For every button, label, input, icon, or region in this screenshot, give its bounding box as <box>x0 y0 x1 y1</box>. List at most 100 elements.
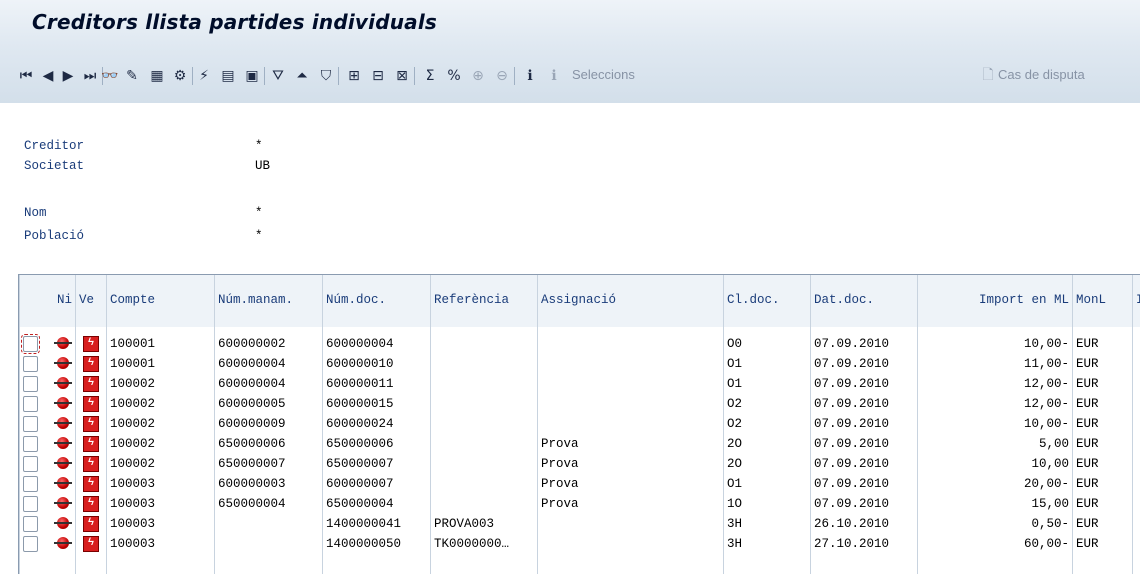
due-status-icon: ϟ <box>83 436 99 452</box>
cell-currency: EUR <box>1072 335 1132 353</box>
name-label: Nom <box>24 206 47 220</box>
col-import-header[interactable]: Import en ML <box>917 287 1072 313</box>
col-assignacio-header[interactable]: Assignació <box>537 287 723 313</box>
cell-doc: 600000015 <box>322 395 430 413</box>
table-row[interactable]: ϟ 100003 600000003 600000007 Prova O1 07.09.20… <box>19 475 1140 493</box>
cell-assignment <box>537 395 723 413</box>
table-row[interactable]: ϟ 100003 1400000050 TK0000000… 3H 27.10.2010 6… <box>19 535 1140 553</box>
select-columns-icon[interactable]: ⊟ <box>368 65 388 87</box>
col-extra-header[interactable]: I <box>1132 287 1140 313</box>
cell-reference: PROVA003 <box>430 515 537 533</box>
set-filter-icon[interactable]: ⛉ <box>316 65 336 87</box>
table-row[interactable]: ϟ 100002 600000004 600000011 O1 07.09.2010 12,… <box>19 375 1140 393</box>
filter-icon[interactable]: ⛛ <box>268 65 288 87</box>
col-compte-header[interactable]: Compte <box>106 287 214 313</box>
cell-mandate: 650000007 <box>214 455 322 473</box>
document-icon[interactable]: ▤ <box>218 65 238 87</box>
cell-assignment <box>537 515 723 533</box>
cell-doc-date: 07.09.2010 <box>810 355 917 373</box>
due-status-icon: ϟ <box>83 376 99 392</box>
col-ni-header[interactable]: Ni <box>19 287 75 313</box>
due-status-icon: ϟ <box>83 496 99 512</box>
status-open-icon <box>54 457 72 469</box>
cell-mandate: 600000009 <box>214 415 322 433</box>
row-select-checkbox[interactable] <box>23 356 38 372</box>
prev-page-icon[interactable]: ◀ <box>38 65 58 87</box>
change-layout-icon[interactable]: ⊞ <box>344 65 364 87</box>
cell-amount: 5,00 <box>917 435 1072 453</box>
name-value: * <box>255 206 263 220</box>
row-select-checkbox[interactable] <box>23 376 38 392</box>
cell-account: 100003 <box>106 535 214 553</box>
cell-amount: 12,00- <box>917 375 1072 393</box>
last-page-icon[interactable]: ⏭ <box>80 65 100 87</box>
table-row[interactable]: ϟ 100002 600000009 600000024 O2 07.09.2010 10,… <box>19 415 1140 433</box>
table-header: Ni Ve Compte Núm.manam. Núm.doc. Referència As… <box>19 275 1140 327</box>
first-page-icon[interactable]: ⏮ <box>16 65 36 87</box>
overview-icon[interactable]: ⚡ <box>194 65 214 87</box>
row-select-checkbox[interactable] <box>23 496 38 512</box>
cell-assignment: Prova <box>537 495 723 513</box>
col-referencia-header[interactable]: Referència <box>430 287 537 313</box>
next-page-icon[interactable]: ▶ <box>58 65 78 87</box>
cell-reference <box>430 455 537 473</box>
row-select-checkbox[interactable] <box>23 516 38 532</box>
info-icon[interactable]: ℹ <box>520 65 540 87</box>
sum-icon[interactable]: Σ <box>420 65 440 87</box>
cell-doc-type: 2O <box>723 435 810 453</box>
cell-reference <box>430 475 537 493</box>
cell-currency: EUR <box>1072 495 1132 513</box>
table-row[interactable]: ϟ 100001 600000002 600000004 O0 07.09.2010 10,… <box>19 334 1140 354</box>
cell-account: 100002 <box>106 375 214 393</box>
table-row[interactable]: ϟ 100003 1400000041 PROVA003 3H 26.10.2010 0,5… <box>19 515 1140 533</box>
row-select-checkbox[interactable] <box>21 334 40 354</box>
save-layout-icon[interactable]: ⊠ <box>392 65 412 87</box>
dispute-case-button[interactable]: Cas de disputa <box>998 67 1085 82</box>
cell-doc: 1400000050 <box>322 535 430 553</box>
select-layout-icon[interactable]: ▦ <box>147 65 167 87</box>
selections-button[interactable]: Seleccions <box>572 67 635 82</box>
row-select-checkbox[interactable] <box>23 416 38 432</box>
col-num-manam-header[interactable]: Núm.manam. <box>214 287 322 313</box>
display-icon[interactable]: 👓 <box>100 65 120 87</box>
cell-doc-type: O0 <box>723 335 810 353</box>
table-row[interactable]: ϟ 100002 650000006 650000006 Prova 2O 07.09.20… <box>19 435 1140 453</box>
due-status-icon: ϟ <box>83 476 99 492</box>
table-row[interactable]: ϟ 100001 600000004 600000010 O1 07.09.2010 11,… <box>19 355 1140 373</box>
company-label: Societat <box>24 159 85 173</box>
detail-icon[interactable]: ▣ <box>242 65 262 87</box>
cell-reference <box>430 375 537 393</box>
row-select-checkbox[interactable] <box>23 436 38 452</box>
cell-doc: 650000004 <box>322 495 430 513</box>
table-row[interactable]: ϟ 100003 650000004 650000004 Prova 1O 07.09.20… <box>19 495 1140 513</box>
toolbar-separator <box>264 67 265 85</box>
mass-change-icon[interactable]: ⚙ <box>170 65 190 87</box>
row-select-checkbox[interactable] <box>23 536 38 552</box>
toolbar-separator <box>192 67 193 85</box>
subtotal-icon[interactable]: % <box>444 65 464 87</box>
cell-account: 100003 <box>106 495 214 513</box>
cell-reference <box>430 495 537 513</box>
status-open-icon <box>54 357 72 369</box>
cell-mandate: 600000002 <box>214 335 322 353</box>
cell-assignment <box>537 535 723 553</box>
cell-amount: 10,00- <box>917 415 1072 433</box>
table-row[interactable]: ϟ 100002 600000005 600000015 O2 07.09.2010 12,… <box>19 395 1140 413</box>
change-icon[interactable]: ✎ <box>122 65 142 87</box>
table-row[interactable]: ϟ 100002 650000007 650000007 Prova 2O 07.09.20… <box>19 455 1140 473</box>
due-status-icon: ϟ <box>83 356 99 372</box>
row-select-checkbox[interactable] <box>23 396 38 412</box>
cell-amount: 11,00- <box>917 355 1072 373</box>
col-cl-doc-header[interactable]: Cl.doc. <box>723 287 810 313</box>
sort-ascending-icon[interactable]: ⏶ <box>292 65 312 87</box>
row-select-checkbox[interactable] <box>23 476 38 492</box>
col-monl-header[interactable]: MonL <box>1072 287 1132 313</box>
col-dat-doc-header[interactable]: Dat.doc. <box>810 287 917 313</box>
col-ve-header[interactable]: Ve <box>75 287 106 313</box>
cell-doc: 600000011 <box>322 375 430 393</box>
row-select-checkbox[interactable] <box>23 456 38 472</box>
cell-doc: 600000007 <box>322 475 430 493</box>
cell-mandate: 600000005 <box>214 395 322 413</box>
creditor-label: Creditor <box>24 139 85 153</box>
col-num-doc-header[interactable]: Núm.doc. <box>322 287 430 313</box>
